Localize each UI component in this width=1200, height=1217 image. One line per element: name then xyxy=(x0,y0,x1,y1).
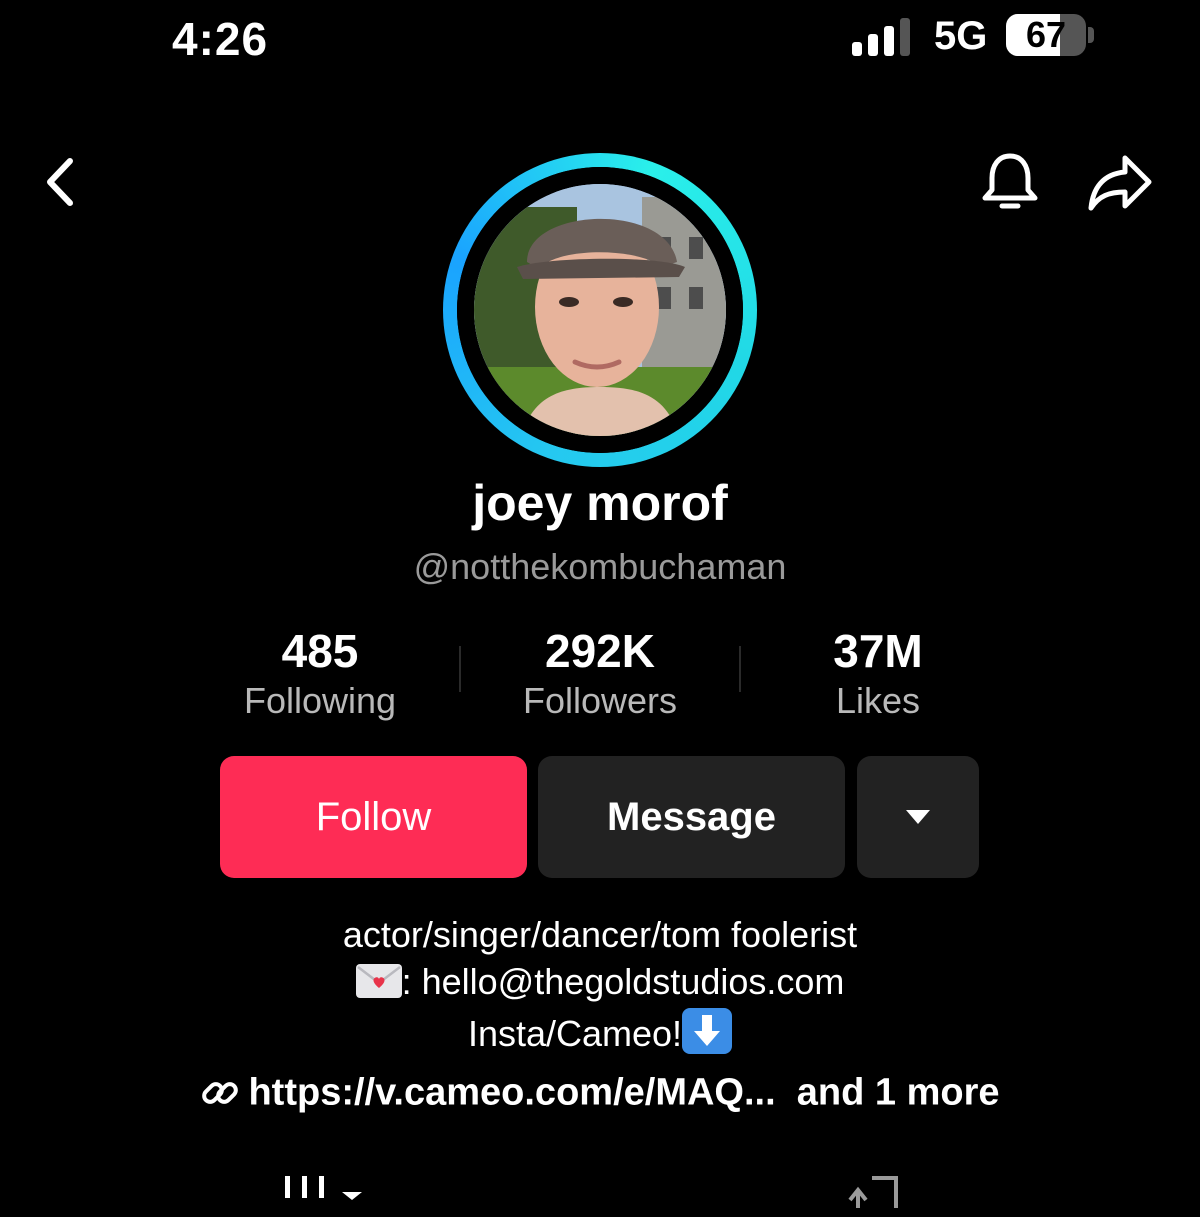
dropdown-caret-icon xyxy=(906,810,930,824)
followers-count: 292K xyxy=(545,625,655,677)
tab-reposts[interactable] xyxy=(846,1170,906,1210)
bio-line-2: : hello@thegoldstudios.com xyxy=(0,961,1200,1003)
battery-icon: 67 xyxy=(1006,14,1086,56)
suggested-accounts-button[interactable] xyxy=(857,756,979,878)
display-name: joey morof xyxy=(472,475,728,531)
avatar[interactable] xyxy=(457,167,743,453)
followers-label: Followers xyxy=(522,680,678,721)
stat-likes[interactable]: 37M Likes xyxy=(738,624,1018,722)
following-count: 485 xyxy=(281,625,359,677)
back-button[interactable] xyxy=(20,142,100,222)
down-arrow-icon xyxy=(682,1008,733,1054)
bio-line-1: actor/singer/dancer/tom foolerist xyxy=(342,914,858,955)
link-icon xyxy=(200,1073,240,1113)
message-button[interactable]: Message xyxy=(538,756,845,878)
repost-icon xyxy=(848,1176,898,1208)
likes-label: Likes xyxy=(835,680,921,721)
love-letter-icon xyxy=(355,964,402,998)
bio-link-row[interactable]: https://v.cameo.com/e/MAQ... and 1 more xyxy=(0,1070,1200,1114)
status-time: 4:26 xyxy=(172,13,269,65)
back-chevron-icon xyxy=(47,158,73,206)
bio-email[interactable]: : hello@thegoldstudios.com xyxy=(402,961,845,1002)
bio-link-more[interactable]: and 1 more xyxy=(797,1071,1000,1113)
bio-line-3: Insta/Cameo! xyxy=(0,1008,1200,1055)
stat-followers[interactable]: 292K Followers xyxy=(460,624,740,722)
following-label: Following xyxy=(243,680,397,721)
likes-count: 37M xyxy=(833,625,923,677)
bio-link-url[interactable]: https://v.cameo.com/e/MAQ... xyxy=(248,1071,775,1113)
network-type: 5G xyxy=(934,14,988,58)
share-arrow-icon xyxy=(1088,155,1152,211)
bio-insta-cameo: Insta/Cameo! xyxy=(467,1013,683,1054)
videos-grid-icon xyxy=(285,1176,362,1200)
tab-videos[interactable] xyxy=(282,1172,372,1212)
bell-icon xyxy=(982,153,1038,209)
username-handle: @notthekombuchaman xyxy=(413,546,787,587)
stat-following[interactable]: 485 Following xyxy=(180,624,460,722)
notifications-bell-button[interactable] xyxy=(970,142,1050,222)
follow-button[interactable]: Follow xyxy=(220,756,527,878)
battery-percent: 67 xyxy=(1025,14,1067,55)
battery-nub xyxy=(1088,27,1094,43)
signal-strength-icon xyxy=(852,18,912,56)
avatar-photo xyxy=(457,167,743,453)
share-button[interactable] xyxy=(1080,142,1160,222)
